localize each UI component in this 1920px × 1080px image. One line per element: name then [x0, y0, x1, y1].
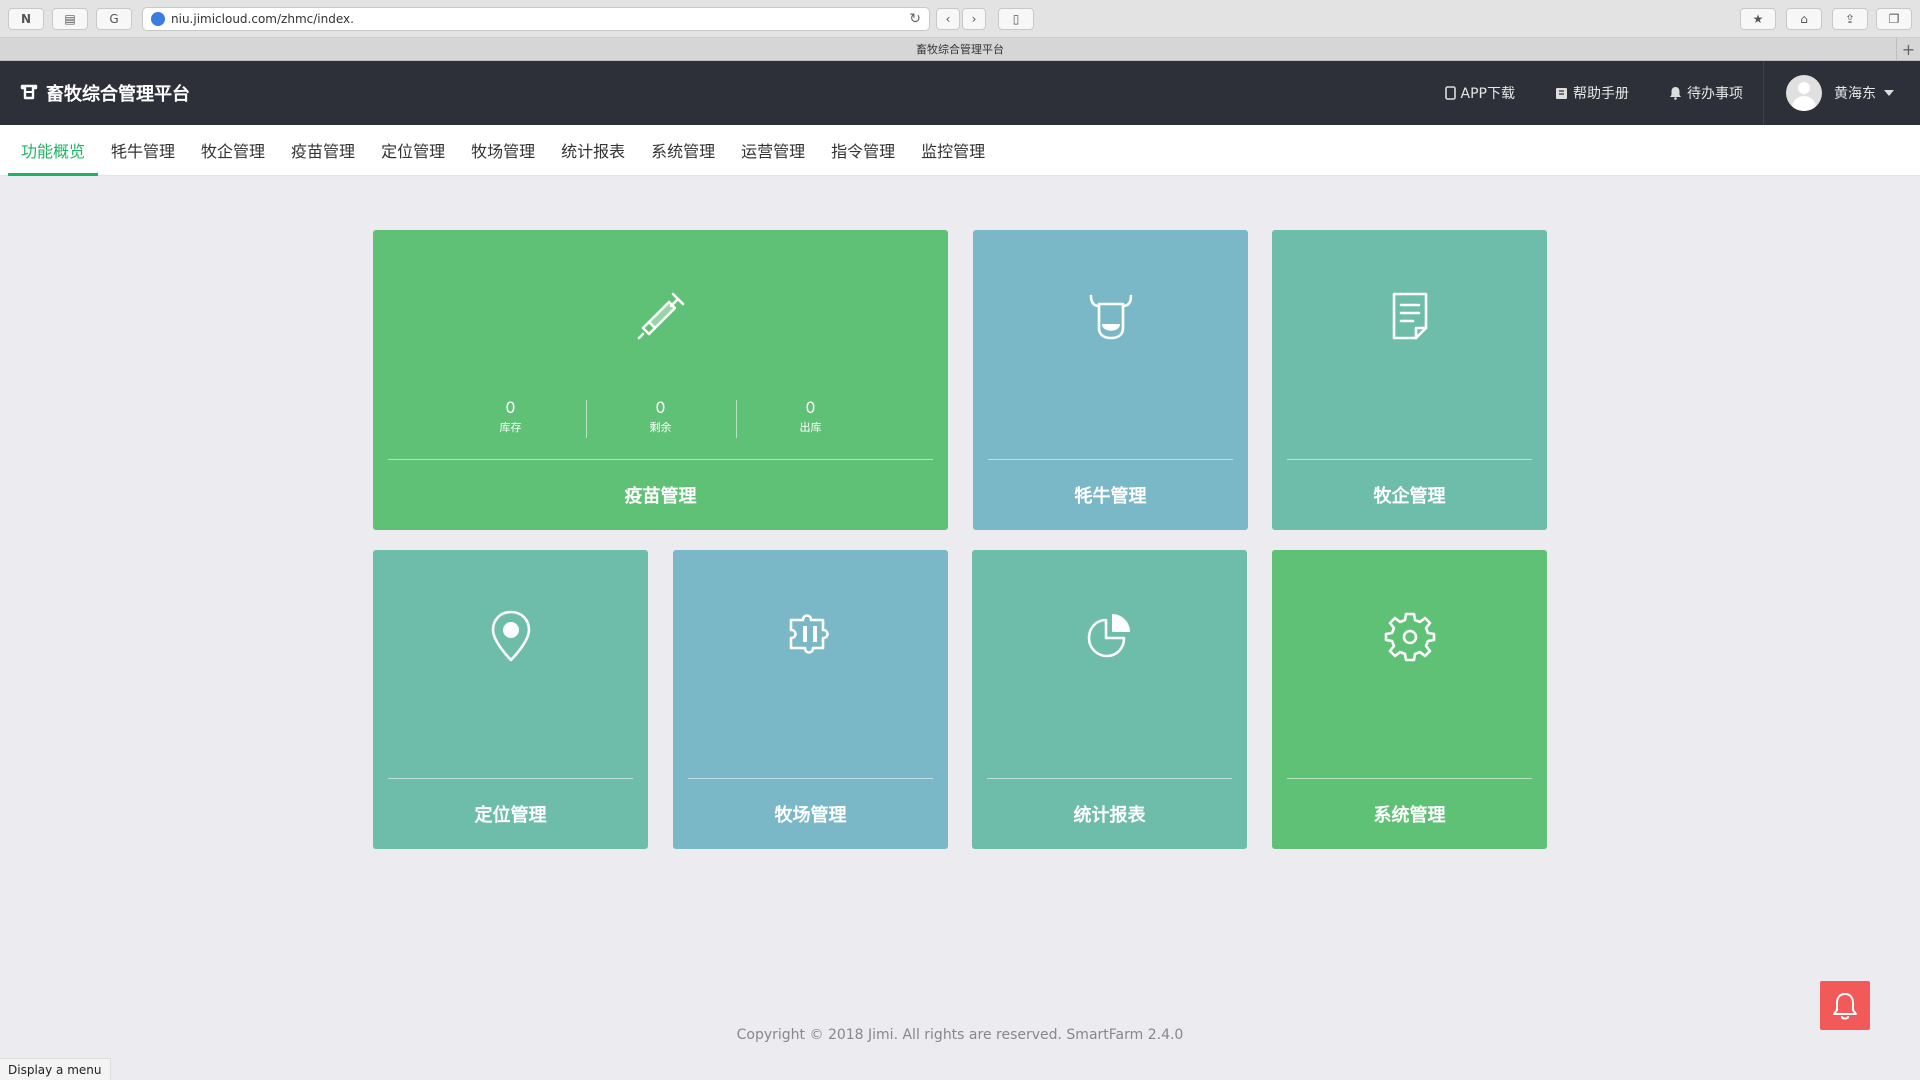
onenote-extension-button[interactable]: N — [8, 8, 44, 30]
back-button[interactable]: ‹ — [936, 8, 960, 30]
tile-vaccine[interactable]: 0 库存 0 剩余 0 出库 疫苗管理 — [373, 230, 948, 530]
sidebar-button[interactable]: ▯ — [998, 8, 1034, 30]
tile-divider — [1287, 778, 1532, 779]
tile-yak[interactable]: 牦牛管理 — [973, 230, 1248, 530]
stat-outbound: 0 出库 — [735, 398, 886, 440]
browser-toolbar: N ▤ G niu.jimicloud.com/zhmc/index. ↻ ‹ … — [0, 0, 1920, 38]
notification-bell-button[interactable] — [1820, 981, 1870, 1030]
gear-icon — [1384, 612, 1435, 662]
stat-outbound-caption: 出库 — [799, 421, 822, 434]
stat-remaining-value: 0 — [655, 398, 666, 417]
globe-icon — [151, 12, 165, 26]
nav-item-overview[interactable]: 功能概览 — [8, 125, 99, 176]
main-nav: 功能概览 牦牛管理 牧企管理 疫苗管理 定位管理 牧场管理 统计报表 系统管理 … — [0, 125, 1920, 176]
nav-item-ranch[interactable]: 牧场管理 — [458, 125, 548, 176]
user-name: 黄海东 — [1834, 86, 1876, 102]
tile-vaccine-label: 疫苗管理 — [624, 486, 697, 507]
tile-divider — [688, 778, 933, 779]
tile-divider — [988, 459, 1233, 460]
app-download-link[interactable]: APP下载 — [1425, 61, 1535, 125]
help-manual-link[interactable]: 帮助手册 — [1535, 61, 1649, 125]
url-text: niu.jimicloud.com/zhmc/index. — [171, 12, 354, 26]
bell-icon — [1833, 992, 1857, 1019]
nav-item-stats[interactable]: 统计报表 — [548, 125, 638, 176]
brand[interactable]: 畜牧综合管理平台 — [20, 80, 190, 106]
stat-outbound-value: 0 — [805, 398, 816, 417]
bell-icon — [1670, 87, 1681, 100]
tile-divider — [987, 778, 1232, 779]
pie-chart-icon — [1087, 614, 1130, 658]
tab-title[interactable]: 畜牧综合管理平台 — [916, 41, 1004, 57]
grammarly-extension-button[interactable]: G — [96, 8, 132, 30]
tile-stats[interactable]: 统计报表 — [972, 550, 1247, 849]
app-download-label: APP下载 — [1460, 86, 1515, 102]
tile-system-label: 系统管理 — [1373, 805, 1446, 826]
address-bar[interactable]: niu.jimicloud.com/zhmc/index. ↻ — [142, 7, 930, 31]
forward-button[interactable]: › — [962, 8, 986, 30]
stat-stock: 0 库存 — [436, 398, 586, 440]
puzzle-icon — [789, 614, 829, 654]
reload-icon[interactable]: ↻ — [909, 11, 921, 27]
share-button[interactable]: ⇪ — [1832, 8, 1868, 30]
tile-location-label: 定位管理 — [474, 805, 547, 826]
tile-system[interactable]: 系统管理 — [1272, 550, 1547, 849]
nav-item-commands[interactable]: 指令管理 — [818, 125, 908, 176]
stat-stock-caption: 库存 — [499, 421, 522, 434]
stat-remaining-caption: 剩余 — [649, 421, 672, 434]
tile-location[interactable]: 定位管理 — [373, 550, 648, 849]
todo-label: 待办事项 — [1687, 86, 1743, 102]
todo-link[interactable]: 待办事项 — [1649, 61, 1763, 125]
yak-icon — [1089, 294, 1132, 340]
home-button[interactable]: ⌂ — [1786, 8, 1822, 30]
mobile-icon — [1444, 86, 1456, 100]
app-header: 畜牧综合管理平台 APP下载 帮助手册 待办事项 黄海东 — [0, 61, 1920, 125]
nav-item-yak[interactable]: 牦牛管理 — [98, 125, 188, 176]
new-tab-button[interactable]: + — [1896, 38, 1920, 60]
extension-button[interactable]: ▤ — [52, 8, 88, 30]
tile-divider — [388, 459, 933, 460]
help-manual-label: 帮助手册 — [1573, 86, 1629, 102]
nav-item-system[interactable]: 系统管理 — [638, 125, 728, 176]
stat-remaining: 0 剩余 — [585, 398, 736, 440]
vaccine-stats: 0 库存 0 剩余 0 出库 — [373, 398, 948, 440]
brand-logo-icon — [20, 84, 38, 100]
nav-item-location[interactable]: 定位管理 — [368, 125, 458, 176]
tile-divider — [1287, 459, 1532, 460]
bookmark-button[interactable]: ★ — [1740, 8, 1776, 30]
tile-yak-label: 牦牛管理 — [1074, 486, 1147, 507]
nav-item-operations[interactable]: 运营管理 — [728, 125, 818, 176]
document-icon — [1392, 292, 1427, 340]
nav-item-monitor[interactable]: 监控管理 — [908, 125, 998, 176]
syringe-icon — [637, 292, 684, 340]
tile-stats-label: 统计报表 — [1073, 805, 1146, 826]
stat-stock-value: 0 — [505, 398, 516, 417]
tab-strip: 畜牧综合管理平台 + — [0, 38, 1920, 61]
tile-ranch[interactable]: 牧场管理 — [673, 550, 948, 849]
tile-ranch-label: 牧场管理 — [774, 805, 847, 826]
browser-status-text: Display a menu — [0, 1058, 111, 1080]
brand-title: 畜牧综合管理平台 — [46, 84, 190, 105]
nav-item-enterprise[interactable]: 牧企管理 — [188, 125, 278, 176]
location-pin-icon — [491, 610, 530, 662]
tile-enterprise-label: 牧企管理 — [1373, 486, 1446, 507]
copyright-footer: Copyright © 2018 Jimi. All rights are re… — [736, 1027, 1184, 1043]
tile-divider — [388, 778, 633, 779]
tile-enterprise[interactable]: 牧企管理 — [1272, 230, 1547, 530]
user-menu[interactable]: 黄海东 — [1763, 61, 1920, 125]
tabs-button[interactable]: ❐ — [1876, 8, 1912, 30]
avatar — [1786, 75, 1822, 111]
chevron-down-icon — [1884, 90, 1894, 96]
nav-item-vaccine[interactable]: 疫苗管理 — [278, 125, 368, 176]
book-icon — [1556, 87, 1567, 99]
